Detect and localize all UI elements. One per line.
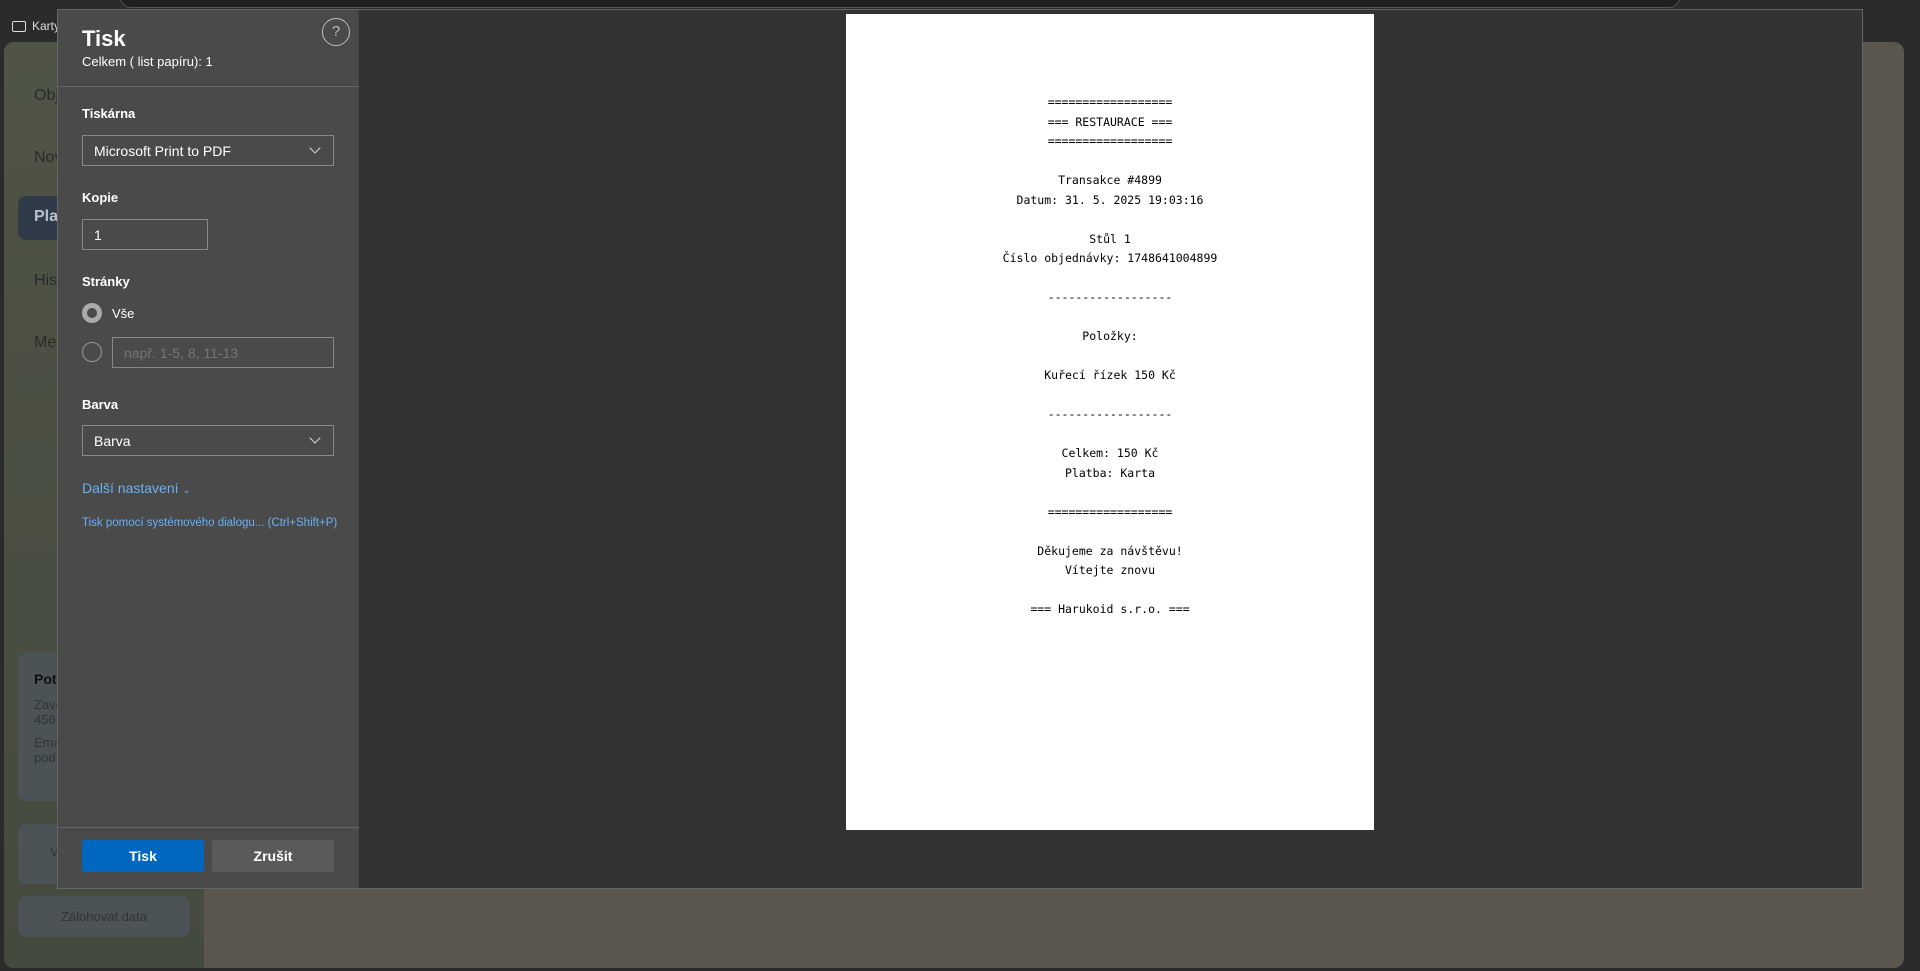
color-select[interactable]: Barva — [82, 425, 334, 456]
receipt-line: Datum: 31. 5. 2025 19:03:16 — [1016, 192, 1204, 207]
chevron-down-icon: ⌄ — [182, 485, 191, 496]
nav-item[interactable]: Me — [34, 334, 56, 352]
printer-select[interactable]: Microsoft Print to PDF — [82, 135, 334, 166]
pages-all-label: Vše — [112, 306, 135, 321]
receipt-line — [846, 308, 1374, 328]
pages-custom-radio[interactable] — [82, 342, 102, 362]
receipt-line — [846, 425, 1374, 445]
receipt-line — [846, 483, 1374, 503]
receipt-line — [846, 522, 1374, 542]
printer-label: Tiskárna — [82, 106, 136, 121]
receipt-line: Číslo objednávky: 1748641004899 — [1002, 251, 1218, 265]
print-button[interactable]: Tisk — [82, 840, 204, 872]
receipt-line: ------------------ — [1047, 407, 1173, 421]
receipt-line: ================== — [1047, 134, 1173, 148]
nav-item[interactable]: His — [34, 272, 57, 290]
receipt-line: ================== — [1047, 95, 1173, 109]
pages-range-input[interactable] — [112, 337, 334, 368]
chevron-down-icon — [309, 432, 321, 444]
address-bar[interactable] — [120, 0, 1680, 8]
color-label: Barva — [82, 397, 119, 412]
divider — [58, 827, 359, 828]
color-value: Barva — [94, 433, 131, 449]
receipt-line: Transakce #4899 — [1058, 173, 1162, 187]
printer-value: Microsoft Print to PDF — [94, 143, 231, 159]
receipt-line: Vítejte znovu — [1064, 563, 1155, 577]
receipt-line — [846, 152, 1374, 172]
print-preview-page: ================== === RESTAURACE === ====… — [846, 14, 1374, 830]
help-icon[interactable]: ? — [322, 18, 350, 46]
bookmark-karty[interactable]: Karty — [12, 19, 60, 33]
more-settings-label: Další nastavení — [82, 480, 179, 496]
sheet-count: Celkem ( list papíru): 1 — [82, 54, 213, 69]
receipt-line: ================== — [1047, 504, 1173, 519]
folder-icon — [12, 20, 26, 32]
bookmark-label: Karty — [32, 19, 61, 33]
copies-label: Kopie — [82, 190, 119, 205]
divider — [58, 86, 359, 87]
receipt-line — [846, 386, 1374, 406]
receipt-line — [846, 269, 1374, 289]
print-dialog: Tisk Celkem ( list papíru): 1 ? Tiskárna… — [57, 9, 1863, 889]
receipt-line — [846, 210, 1374, 230]
cancel-button[interactable]: Zrušit — [212, 840, 334, 872]
chevron-down-icon — [309, 142, 321, 154]
receipt-line — [846, 581, 1374, 601]
backup-button[interactable]: Zálohovat data — [18, 896, 190, 937]
pages-all-radio[interactable] — [82, 303, 102, 323]
receipt-line: Kuřecí řízek 150 Kč — [1044, 368, 1176, 382]
receipt-line — [846, 347, 1374, 367]
receipt: ================== === RESTAURACE === ====… — [846, 93, 1374, 620]
receipt-line: Celkem: 150 Kč — [1061, 446, 1159, 460]
receipt-line: Položky: — [1082, 329, 1138, 343]
pages-label: Stránky — [82, 274, 130, 289]
receipt-line: Děkujeme za návštěvu! — [1037, 543, 1183, 558]
receipt-line: ------------------ — [1047, 290, 1173, 304]
receipt-line: === RESTAURACE === — [1047, 114, 1173, 129]
dialog-title: Tisk — [82, 26, 126, 51]
receipt-line: Stůl 1 — [1089, 231, 1131, 246]
print-settings-panel: Tisk Celkem ( list papíru): 1 ? Tiskárna… — [58, 10, 359, 888]
copies-input[interactable] — [82, 219, 208, 250]
nav-item[interactable]: Obj — [34, 87, 59, 105]
more-settings-link[interactable]: Další nastavení ⌄ — [82, 480, 191, 496]
receipt-line: === Harukoid s.r.o. === — [1030, 602, 1190, 616]
system-dialog-link[interactable]: Tisk pomocí systémového dialogu... (Ctrl… — [82, 517, 337, 529]
receipt-line: Platba: Karta — [1064, 465, 1155, 480]
